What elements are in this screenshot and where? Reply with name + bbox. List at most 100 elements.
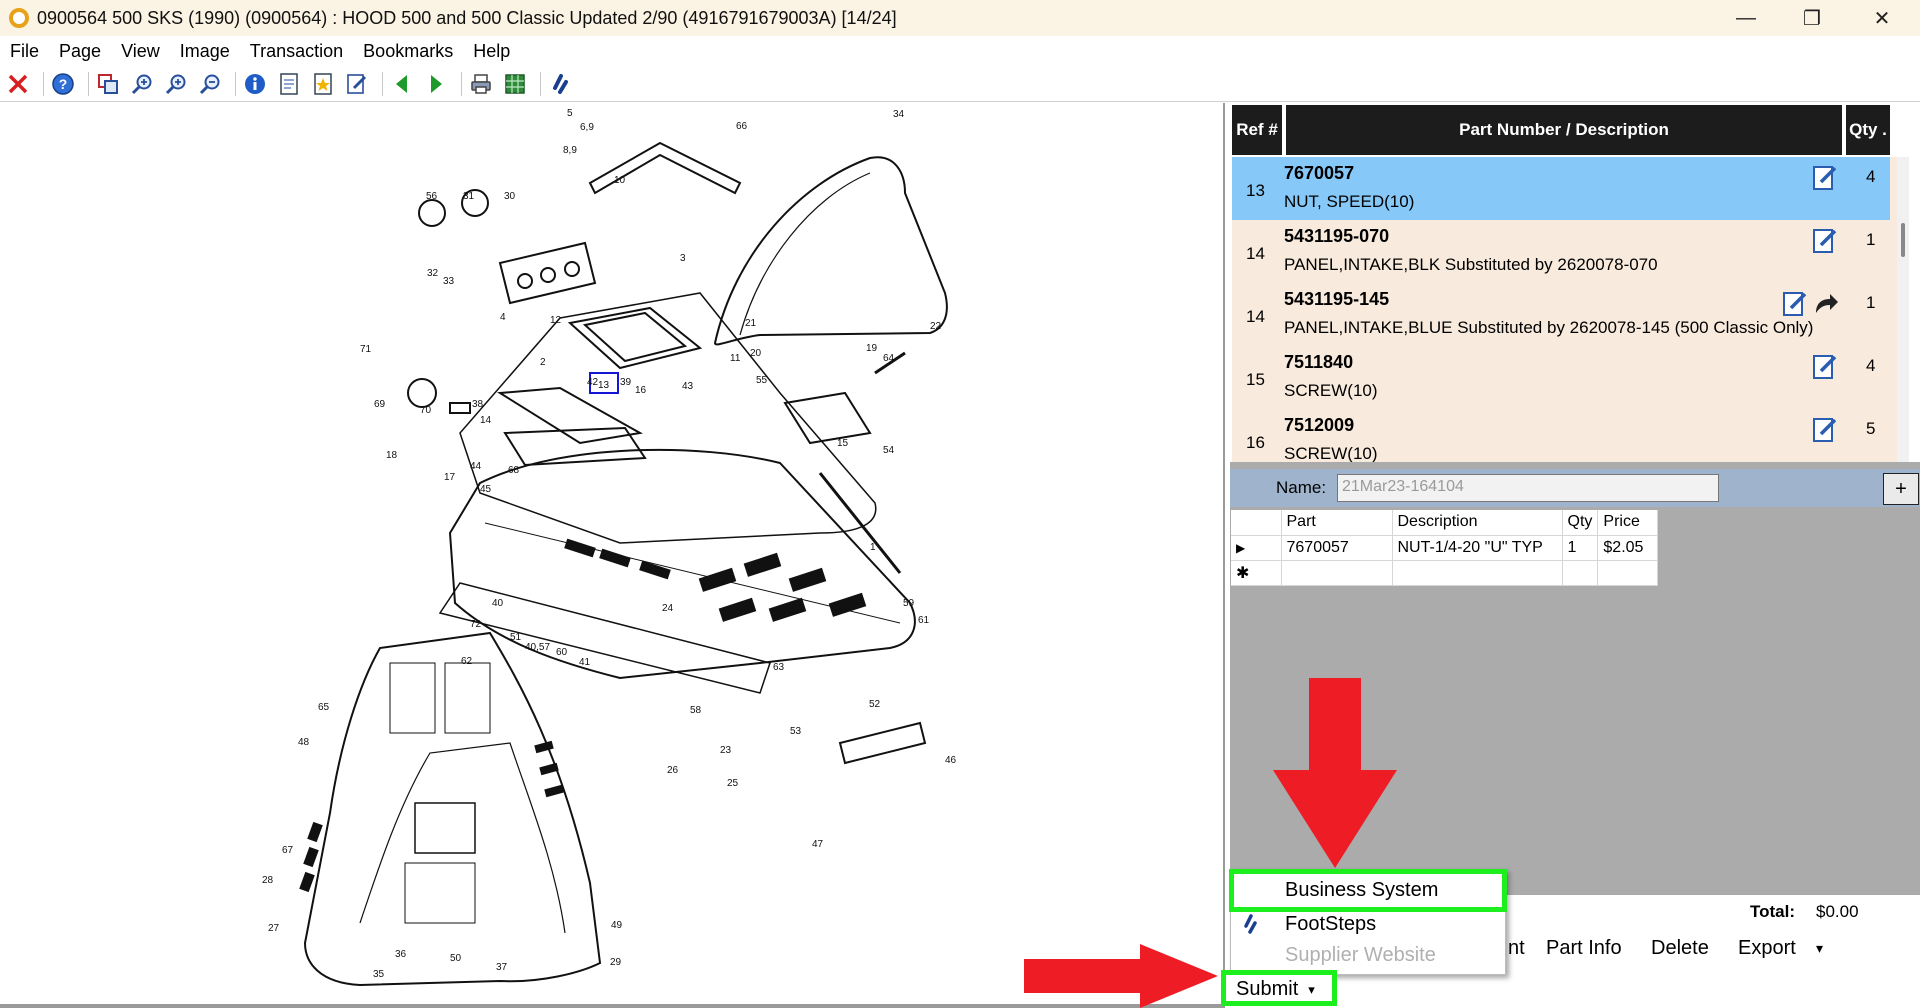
diagram-callout-label[interactable]: 61 (918, 615, 930, 626)
diagram-callout-label[interactable]: 3 (680, 253, 686, 264)
exploded-parts-diagram[interactable]: 13 123456,98,91011121415161718192021 2223… (0, 103, 1220, 1003)
diagram-callout-label[interactable]: 14 (480, 415, 492, 426)
menu-help[interactable]: Help (463, 36, 520, 66)
diagram-callout-label[interactable]: 49 (611, 920, 623, 931)
diagram-callout-label[interactable]: 18 (386, 450, 398, 461)
diagram-callout-label[interactable]: 44 (470, 461, 482, 472)
edit-note-icon[interactable] (1782, 291, 1808, 317)
substitute-arrow-icon[interactable] (1812, 291, 1840, 317)
edit-note-icon[interactable] (1812, 228, 1838, 254)
cart-row-part[interactable]: 7670057 (1281, 535, 1393, 561)
diagram-callout-label[interactable]: 41 (579, 657, 591, 668)
zoom-out-icon[interactable] (196, 70, 224, 98)
diagram-callout-label[interactable]: 17 (444, 472, 456, 483)
edit-note-icon[interactable] (343, 70, 371, 98)
diagram-callout-label[interactable]: 52 (869, 699, 881, 710)
diagram-callout-label[interactable]: 26 (667, 765, 679, 776)
diagram-callout-label[interactable]: 48 (298, 737, 310, 748)
zoom-in-plus-icon[interactable] (162, 70, 190, 98)
diagram-callout-label[interactable]: 16 (635, 385, 647, 396)
cart-part-header[interactable]: Part (1281, 510, 1393, 536)
ref-column-header[interactable]: Ref # (1232, 105, 1282, 155)
diagram-callout-label[interactable]: 32 (427, 268, 439, 279)
copy-region-icon[interactable] (94, 70, 122, 98)
diagram-callout-label[interactable]: 59 (903, 598, 915, 609)
bookmark-page-icon[interactable] (309, 70, 337, 98)
info-icon[interactable] (241, 70, 269, 98)
diagram-callout-label[interactable]: 15 (837, 438, 849, 449)
diagram-callout-label[interactable]: 42 (587, 377, 599, 388)
diagram-callout-label[interactable]: 2 (540, 357, 546, 368)
diagram-callout-label[interactable]: 36 (395, 949, 407, 960)
delete-button[interactable]: Delete (1651, 937, 1709, 960)
menu-transaction[interactable]: Transaction (240, 36, 353, 66)
parts-row[interactable]: 16 7512009 SCREW(10) 5 (1232, 409, 1890, 462)
diagram-callout-label[interactable]: 65 (318, 702, 330, 713)
parts-row[interactable]: 14 5431195-070 PANEL,INTAKE,BLK Substitu… (1232, 220, 1890, 283)
diagram-callout-label[interactable]: 20 (750, 348, 762, 359)
diagram-callout-label[interactable]: 19 (866, 343, 878, 354)
parts-row[interactable]: 13 7670057 NUT, SPEED(10) 4 (1232, 157, 1890, 220)
diagram-callout-label[interactable]: 23 (720, 745, 732, 756)
diagram-callout-label[interactable]: 54 (883, 445, 895, 456)
diagram-callout-label[interactable]: 12 (550, 315, 562, 326)
diagram-callout-label[interactable]: 72 (470, 619, 482, 630)
cart-row-description[interactable]: NUT-1/4-20 "U" TYP (1392, 535, 1563, 561)
diagram-callout-label[interactable]: 4 (500, 312, 506, 323)
edit-note-icon[interactable] (1812, 354, 1838, 380)
qty-column-header[interactable]: Qty . (1846, 105, 1890, 155)
footsteps-icon[interactable] (546, 70, 574, 98)
cart-new-row[interactable]: ✱ (1231, 560, 1659, 586)
print-icon[interactable] (467, 70, 495, 98)
diagram-callout-label[interactable]: 21 (745, 318, 757, 329)
cart-table[interactable]: Part Description Qty Price ▶ 7670057 NUT… (1231, 510, 1659, 586)
chevron-down-icon[interactable]: ▾ (1816, 940, 1823, 957)
diagram-callout-label[interactable]: 64 (883, 353, 895, 364)
cart-qty-header[interactable]: Qty (1562, 510, 1599, 536)
diagram-callout-label[interactable]: 35 (373, 969, 385, 980)
diagram-callout-label[interactable]: 5 (567, 108, 573, 119)
parts-row[interactable]: 14 5431195-145 PANEL,INTAKE,BLUE Substit… (1232, 283, 1890, 346)
diagram-callout-label[interactable]: 31 (463, 191, 475, 202)
menu-file[interactable]: File (0, 36, 49, 66)
diagram-callout-label[interactable]: 43 (682, 381, 694, 392)
edit-note-icon[interactable] (1812, 165, 1838, 191)
parts-list-scrollbar[interactable] (1897, 157, 1909, 462)
diagram-callout-label[interactable]: 68 (508, 465, 520, 476)
menu-item-footsteps[interactable]: FootSteps (1285, 913, 1376, 936)
close-window-button[interactable]: ✕ (1852, 0, 1912, 36)
diagram-callout-label[interactable]: 66 (736, 121, 748, 132)
diagram-callout-label[interactable]: 62 (461, 656, 473, 667)
diagram-callout-label[interactable]: 50 (450, 953, 462, 964)
close-x-icon[interactable] (4, 70, 32, 98)
diagram-callout-label[interactable]: 1 (870, 542, 876, 553)
diagram-callout-label[interactable]: 22 (930, 321, 942, 332)
menu-bookmarks[interactable]: Bookmarks (353, 36, 463, 66)
cart-row[interactable]: ▶ 7670057 NUT-1/4-20 "U" TYP 1 $2.05 (1231, 535, 1659, 561)
diagram-callout-label[interactable]: 51 (510, 632, 522, 643)
diagram-callout-label[interactable]: 55 (756, 375, 768, 386)
scrollbar-thumb[interactable] (1901, 223, 1905, 257)
diagram-callout-label[interactable]: 47 (812, 839, 824, 850)
diagram-callout-label[interactable]: 8,9 (563, 145, 577, 156)
order-name-input[interactable]: 21Mar23-164104 (1337, 474, 1719, 502)
back-arrow-icon[interactable] (388, 70, 416, 98)
parts-row[interactable]: 15 7511840 SCREW(10) 4 (1232, 346, 1890, 409)
minimize-button[interactable]: — (1716, 0, 1776, 36)
diagram-callout-label[interactable]: 39 (620, 377, 632, 388)
add-order-button[interactable]: + (1883, 473, 1919, 505)
diagram-callout-label[interactable]: 60 (556, 647, 568, 658)
parts-list[interactable]: 13 7670057 NUT, SPEED(10) 4 14 5431195-0… (1232, 157, 1908, 462)
part-column-header[interactable]: Part Number / Description (1286, 105, 1842, 155)
diagram-callout-label[interactable]: 10 (614, 175, 626, 186)
diagram-callout-label[interactable]: 6,9 (580, 122, 594, 133)
diagram-callout-label[interactable]: 63 (773, 662, 785, 673)
diagram-callout-label[interactable]: 29 (610, 957, 622, 968)
partial-action-button[interactable]: nt (1508, 937, 1525, 960)
cart-row-price[interactable]: $2.05 (1597, 535, 1659, 561)
diagram-callout-label[interactable]: 38 (472, 399, 484, 410)
diagram-callout-label[interactable]: 37 (496, 962, 508, 973)
diagram-callout-label[interactable]: 33 (443, 276, 455, 287)
diagram-callout-label[interactable]: 70 (420, 405, 432, 416)
export-grid-icon[interactable] (501, 70, 529, 98)
